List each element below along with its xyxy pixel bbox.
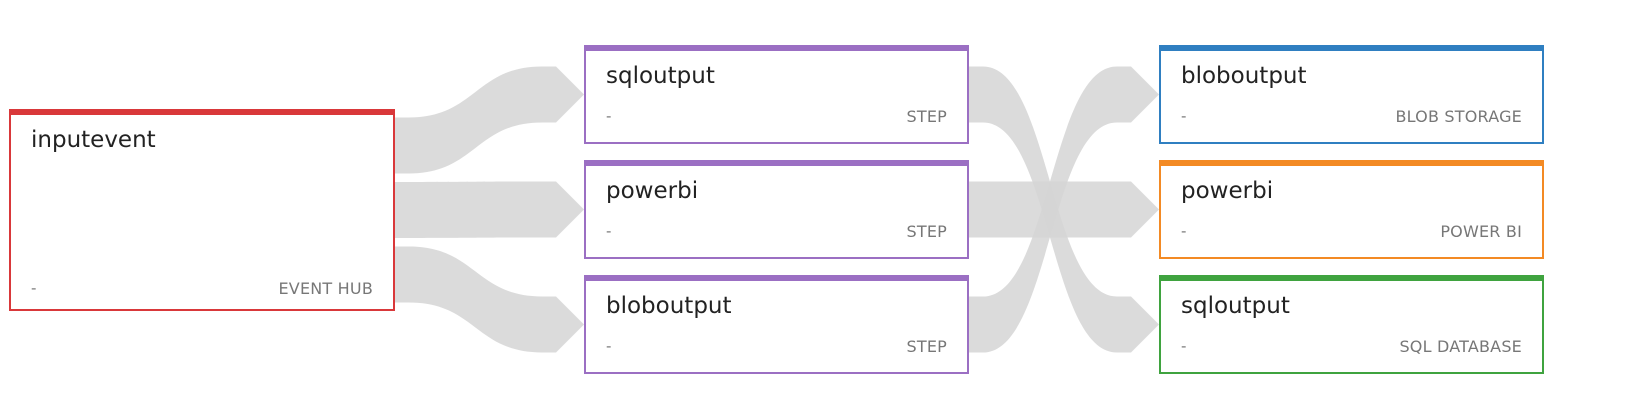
node-type-label: STEP: [906, 337, 947, 356]
node-output-sqloutput[interactable]: sqloutput - SQL DATABASE: [1159, 275, 1544, 374]
node-detail: -: [606, 337, 612, 355]
node-title: inputevent: [31, 127, 156, 153]
node-detail: -: [606, 222, 612, 240]
node-detail: -: [1181, 222, 1187, 240]
node-accent-bar: [1159, 160, 1544, 166]
node-title: bloboutput: [1181, 63, 1307, 89]
node-type-label: POWER BI: [1440, 222, 1522, 241]
flow-input-to-step_blob: [395, 246, 584, 353]
node-output-powerbi[interactable]: powerbi - POWER BI: [1159, 160, 1544, 259]
node-accent-bar: [9, 109, 395, 115]
node-detail: -: [1181, 337, 1187, 355]
node-accent-bar: [1159, 275, 1544, 281]
node-accent-bar: [1159, 45, 1544, 51]
flow-input-to-step_sql: [395, 66, 584, 174]
node-type-label: SQL DATABASE: [1399, 337, 1522, 356]
node-inputevent[interactable]: inputevent - EVENT HUB: [9, 109, 395, 311]
node-title: powerbi: [1181, 178, 1274, 204]
node-title: bloboutput: [606, 293, 732, 319]
node-detail: -: [1181, 107, 1187, 125]
node-type-label: STEP: [906, 222, 947, 241]
node-output-bloboutput[interactable]: bloboutput - BLOB STORAGE: [1159, 45, 1544, 144]
node-type-label: STEP: [906, 107, 947, 126]
node-title: sqloutput: [1181, 293, 1290, 319]
node-title: sqloutput: [606, 63, 715, 89]
node-accent-bar: [584, 275, 969, 281]
node-type-label: EVENT HUB: [278, 279, 373, 298]
node-accent-bar: [584, 160, 969, 166]
node-title: powerbi: [606, 178, 699, 204]
flow-input-to-step_powerbi: [395, 181, 584, 238]
node-step-powerbi[interactable]: powerbi - STEP: [584, 160, 969, 259]
node-detail: -: [606, 107, 612, 125]
node-step-sqloutput[interactable]: sqloutput - STEP: [584, 45, 969, 144]
node-step-bloboutput[interactable]: bloboutput - STEP: [584, 275, 969, 374]
node-accent-bar: [584, 45, 969, 51]
node-detail: -: [31, 279, 37, 297]
node-type-label: BLOB STORAGE: [1395, 107, 1522, 126]
